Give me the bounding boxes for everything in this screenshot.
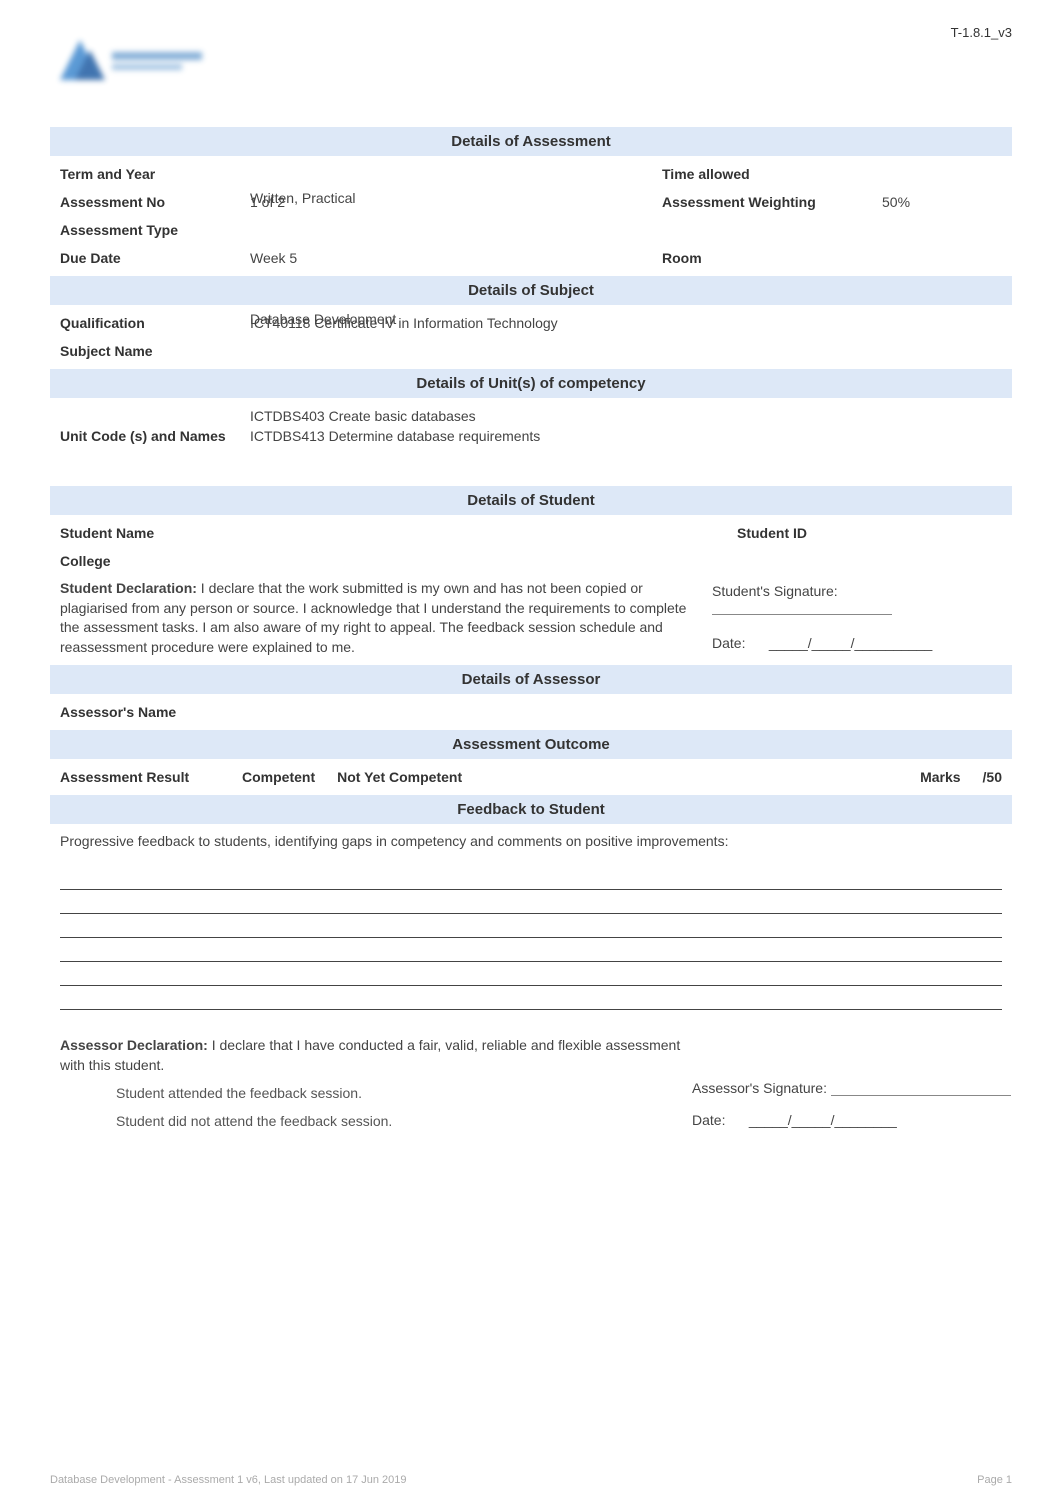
footer-right: Page 1 (977, 1474, 1012, 1486)
blank-line (60, 916, 1002, 938)
student-declaration-block: Student Declaration: I declare that the … (50, 575, 1012, 661)
section-assessor-header: Details of Assessor (50, 665, 1012, 694)
blank-line (60, 964, 1002, 986)
competent-option[interactable]: Competent (242, 769, 315, 785)
not-attended-label: Student did not attend the feedback sess… (116, 1113, 392, 1129)
blank-line (60, 940, 1002, 962)
student-signature-line[interactable] (712, 601, 892, 615)
assessment-no-over: Written, Practical (250, 190, 356, 206)
assessor-signature-line[interactable] (831, 1082, 1011, 1096)
feedback-lines[interactable] (50, 856, 1012, 1032)
assessor-name-label: Assessor's Name (60, 704, 250, 720)
student-declaration-title: Student Declaration: (60, 580, 197, 596)
row-term-year: Term and Year Time allowed (50, 160, 1012, 188)
time-allowed-label: Time allowed (662, 166, 882, 182)
marks-total: /50 (983, 769, 1002, 785)
assessor-declaration-block: Assessor Declaration: I declare that I h… (50, 1032, 1012, 1136)
row-assessment-no: Assessment No 1 of 2 Written, Practical … (50, 188, 1012, 216)
assessor-date-value[interactable]: _____/_____/________ (749, 1112, 897, 1128)
not-yet-competent-option[interactable]: Not Yet Competent (337, 769, 462, 785)
checkbox-icon (90, 1086, 104, 1100)
section-competency-header: Details of Unit(s) of competency (50, 369, 1012, 398)
attended-label: Student attended the feedback session. (116, 1085, 362, 1101)
assessment-no-label: Assessment No (60, 194, 250, 210)
college-label: College (60, 553, 250, 569)
assessor-signature-label: Assessor's Signature: (692, 1080, 827, 1096)
student-date-value[interactable]: _____/_____/__________ (769, 635, 933, 651)
weighting-value: 50% (882, 194, 1002, 210)
row-assessment-type: Assessment Type (50, 216, 1012, 244)
unit-code-values: ICTDBS403 Create basic databases ICTDBS4… (250, 408, 1002, 444)
unit-item: ICTDBS413 Determine database requirement… (250, 428, 1002, 444)
row-college: College (50, 547, 1012, 575)
student-date-label: Date: (712, 635, 745, 651)
blank-line (60, 892, 1002, 914)
header-code: T-1.8.1_v3 (951, 25, 1012, 40)
due-date-value: Week 5 (250, 250, 662, 266)
row-student-name: Student Name Student ID (50, 519, 1012, 547)
blank-line (60, 868, 1002, 890)
unit-item: ICTDBS403 Create basic databases (250, 408, 1002, 424)
student-signature-label: Student's Signature: (712, 583, 838, 599)
assessment-type-label: Assessment Type (60, 222, 250, 238)
attended-option[interactable]: Student attended the feedback session. (50, 1079, 692, 1107)
assessor-declaration-title: Assessor Declaration: (60, 1037, 208, 1053)
row-subject-name: Subject Name (50, 337, 1012, 365)
due-date-label: Due Date (60, 250, 250, 266)
section-outcome-header: Assessment Outcome (50, 730, 1012, 759)
logo (50, 30, 210, 90)
term-year-label: Term and Year (60, 166, 250, 182)
checkbox-icon (90, 1114, 104, 1128)
assessment-result-label: Assessment Result (60, 769, 220, 785)
student-name-label: Student Name (60, 525, 250, 541)
qualification-label: Qualification (60, 315, 250, 331)
subject-name-label: Subject Name (60, 343, 250, 359)
feedback-intro: Progressive feedback to students, identi… (50, 828, 1012, 856)
assessment-no-value: 1 of 2 Written, Practical (250, 194, 662, 210)
assessor-date-label: Date: (692, 1112, 725, 1128)
weighting-label: Assessment Weighting (662, 194, 882, 210)
row-qualification: Qualification ICT40118 Certificate IV in… (50, 309, 1012, 337)
not-attended-option[interactable]: Student did not attend the feedback sess… (50, 1107, 692, 1135)
qualification-over: Database Development (250, 311, 396, 327)
row-assessor-name: Assessor's Name (50, 698, 1012, 726)
blank-line (60, 988, 1002, 1010)
row-due-date: Due Date Week 5 Room (50, 244, 1012, 272)
section-feedback-header: Feedback to Student (50, 795, 1012, 824)
marks-label: Marks (920, 769, 960, 785)
footer-left: Database Development - Assessment 1 v6, … (50, 1474, 407, 1486)
unit-code-label: Unit Code (s) and Names (60, 408, 250, 444)
section-student-header: Details of Student (50, 486, 1012, 515)
room-label: Room (662, 250, 882, 266)
student-id-label: Student ID (662, 525, 882, 541)
row-unit-codes: Unit Code (s) and Names ICTDBS403 Create… (50, 402, 1012, 482)
section-subject-header: Details of Subject (50, 276, 1012, 305)
row-outcome: Assessment Result Competent Not Yet Comp… (50, 763, 1012, 791)
qualification-value: ICT40118 Certificate IV in Information T… (250, 315, 1002, 331)
section-assessment-header: Details of Assessment (50, 127, 1012, 156)
footer: Database Development - Assessment 1 v6, … (50, 1474, 1012, 1486)
